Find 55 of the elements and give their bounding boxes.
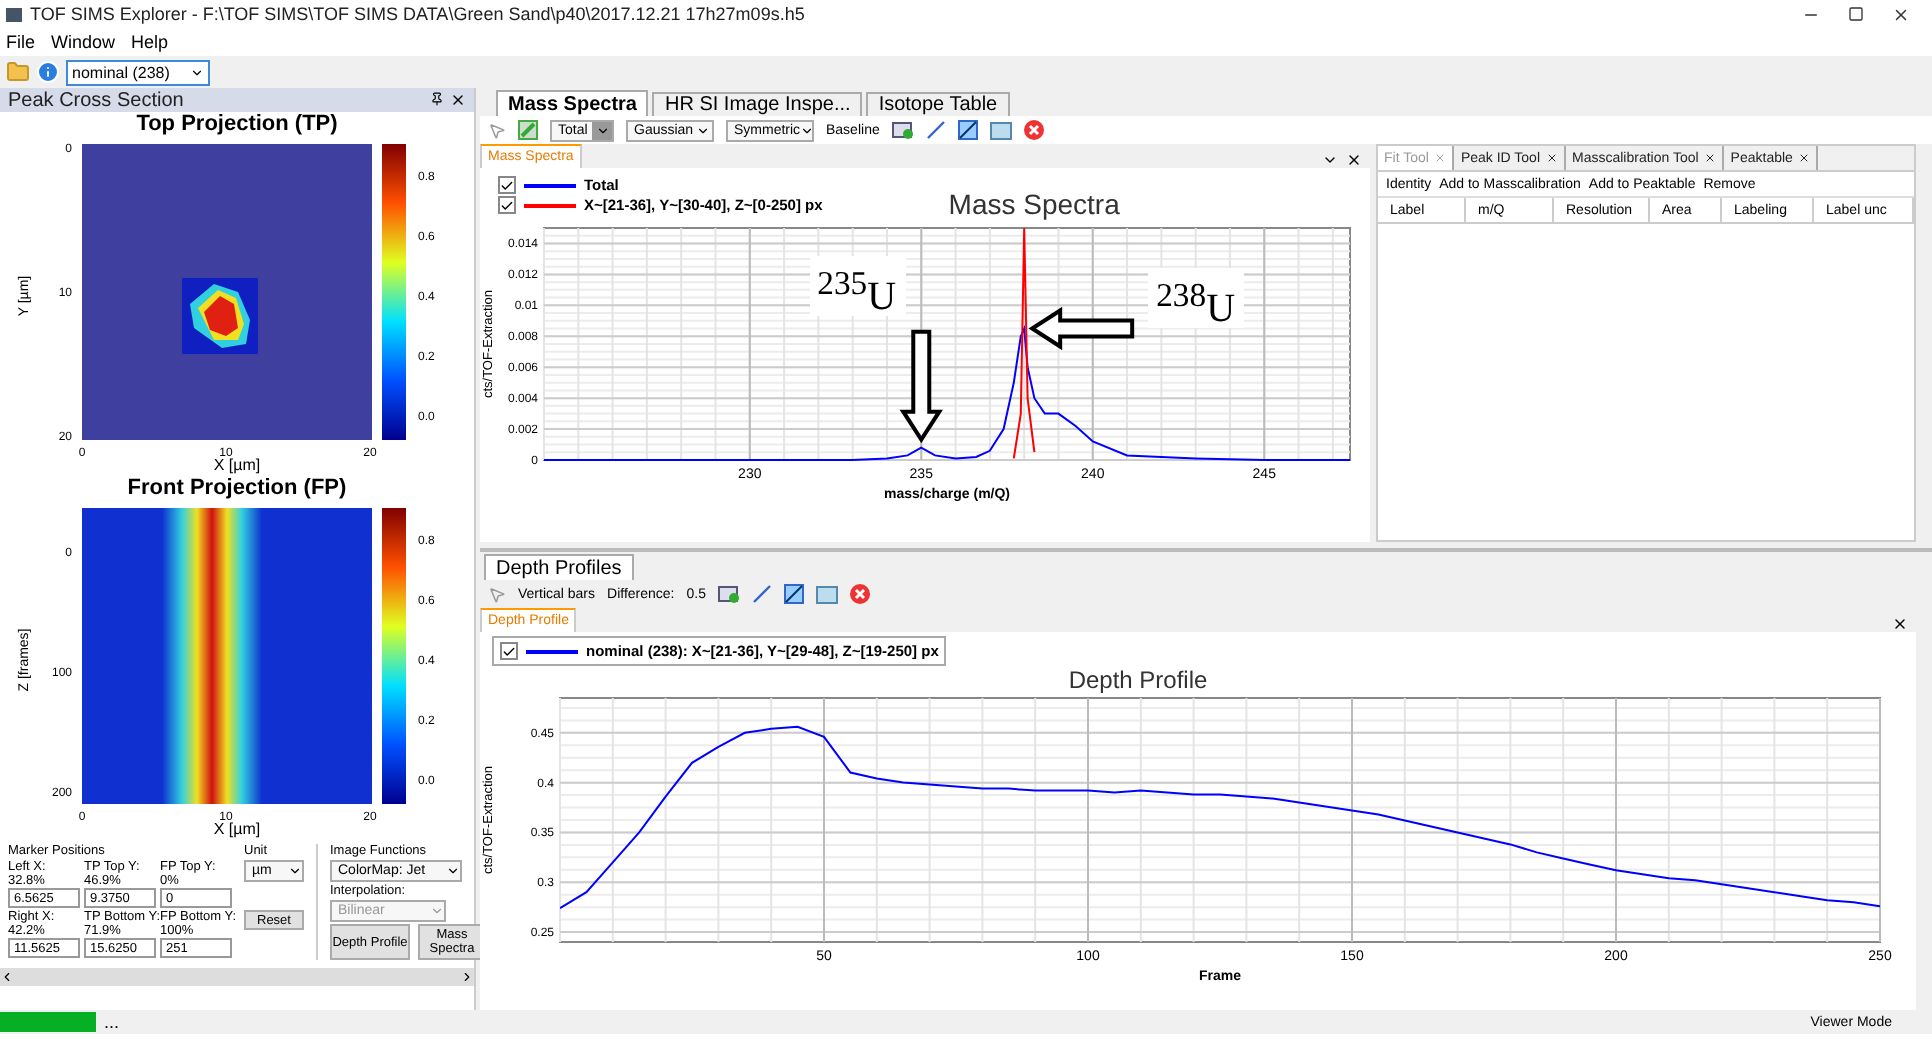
line-icon[interactable]: [925, 120, 946, 140]
line-icon[interactable]: [752, 584, 772, 604]
chart-title: Depth Profile: [1068, 666, 1208, 694]
pointer-icon[interactable]: [488, 121, 506, 139]
close-icon[interactable]: [1798, 152, 1811, 164]
delete-icon[interactable]: [850, 584, 870, 604]
close-icon[interactable]: [450, 92, 466, 108]
delete-icon[interactable]: [1023, 120, 1044, 140]
axis-label: X [µm]: [213, 820, 261, 840]
close-icon[interactable]: [1704, 152, 1717, 164]
maximize-icon[interactable]: [1848, 5, 1864, 21]
info-icon[interactable]: [36, 60, 60, 84]
diagonal-square-icon[interactable]: [784, 584, 804, 604]
menu-item[interactable]: Window: [51, 32, 116, 52]
close-icon[interactable]: [1546, 152, 1558, 164]
axis-label: X [µm]: [213, 456, 261, 476]
caret-icon: [595, 123, 609, 137]
scroll-left-icon[interactable]: [0, 970, 14, 984]
arrow-icon: [899, 329, 943, 444]
annotation-label: $^{235}$U: [809, 255, 906, 316]
close-icon[interactable]: [1892, 616, 1908, 632]
status-text: ...: [104, 1012, 122, 1032]
panel-title: Peak Cross Section: [8, 89, 184, 111]
annotation-label: $^{238}$U: [1148, 268, 1245, 329]
caret-icon: [190, 65, 204, 79]
chart-add-icon[interactable]: [891, 120, 914, 140]
app-icon: [6, 7, 22, 21]
arrow-icon: [1028, 306, 1135, 351]
caret-icon: [446, 864, 460, 878]
chart-title: Mass Spectra: [948, 188, 1120, 220]
diagonal-square-icon[interactable]: [957, 120, 978, 140]
dropdown-icon[interactable]: [1322, 152, 1338, 168]
close-icon[interactable]: [1346, 152, 1362, 168]
caret-icon: [800, 123, 815, 137]
menu-item[interactable]: File: [6, 32, 36, 52]
checkbox[interactable]: [498, 176, 516, 194]
close-icon[interactable]: [1892, 5, 1910, 23]
scroll-right-icon[interactable]: [460, 970, 474, 984]
tab[interactable]: Isotope Table: [866, 92, 1010, 116]
caret-icon: [430, 904, 444, 918]
menu-item[interactable]: Help: [131, 32, 169, 52]
dataset-dropdown[interactable]: nominal (238): [66, 59, 210, 85]
plot-title: Top Projection (TP): [136, 112, 338, 136]
scrollbar[interactable]: [0, 968, 474, 986]
window-title: TOF SIMS Explorer - F:\TOF SIMS\TOF SIMS DATA\Green Sand\p40\2017.12.21 17h27m09s.h5: [30, 4, 807, 24]
tab[interactable]: HR SI Image Inspe...: [652, 92, 863, 116]
tab[interactable]: Mass Spectra: [496, 90, 649, 116]
caret-icon: [695, 123, 710, 137]
pin-icon[interactable]: [430, 92, 444, 106]
caret-icon: [288, 864, 302, 878]
tab[interactable]: Depth Profiles: [484, 554, 634, 580]
checkbox[interactable]: [500, 642, 518, 660]
chart-add-icon[interactable]: [718, 584, 740, 604]
plot-title: Front Projection (FP): [127, 476, 347, 500]
checkbox[interactable]: [498, 196, 516, 214]
